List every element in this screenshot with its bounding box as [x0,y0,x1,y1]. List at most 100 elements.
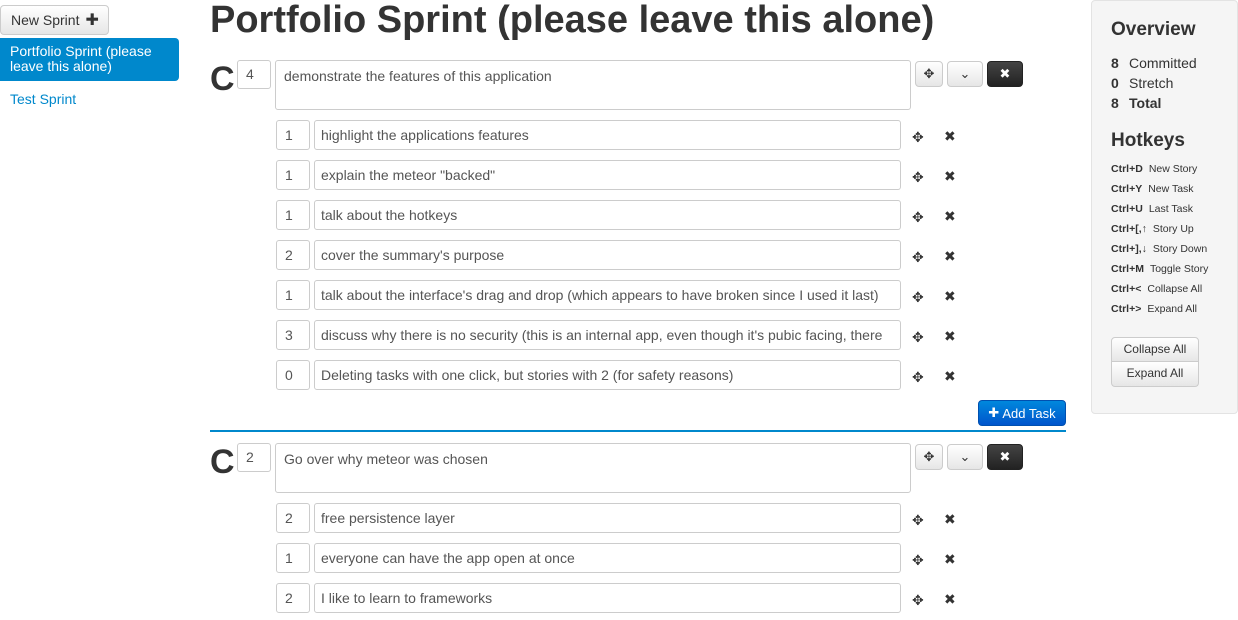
story-status: C [210,60,235,98]
hotkey-action: Collapse All [1147,283,1203,295]
task-description-input[interactable]: I like to learn to frameworks [314,583,901,613]
overview-panel: Overview 8 Committed 0 Stretch 8 Total Hotk… [1091,0,1238,414]
story-delete-button[interactable]: ✖ [987,444,1023,470]
hotkey-key: Ctrl+U [1111,203,1143,215]
remove-icon[interactable]: ✖ [944,168,956,185]
task-points-input[interactable]: 2 [276,240,310,270]
expand-all-button[interactable]: Expand All [1111,362,1199,387]
story-delete-button[interactable]: ✖ [987,61,1023,87]
move-icon[interactable]: ✥ [912,129,924,146]
story-points-input[interactable]: 4 [237,60,271,89]
stat-value: 0 [1111,75,1119,91]
move-icon[interactable]: ✥ [912,592,924,609]
hotkey-action: New Story [1148,163,1198,175]
task-row: 1 everyone can have the app open at once… [276,543,1036,573]
task-description-input[interactable]: Deleting tasks with one click, but stori… [314,360,901,390]
task-points-input[interactable]: 1 [276,200,310,230]
hotkey-row: Ctrl+[,↑ Story Up [1111,219,1218,239]
sidebar-item-test-sprint[interactable]: Test Sprint [10,91,76,107]
add-task-button[interactable]: ✚ Add Task [978,400,1066,426]
task-description-input[interactable]: highlight the applications features [314,120,901,150]
task-points-input[interactable]: 2 [276,503,310,533]
story-collapse-button[interactable]: ⌄ [947,61,983,87]
remove-icon: ✖ [999,449,1011,464]
hotkey-row: Ctrl+Y New Task [1111,179,1218,199]
task-description-input[interactable]: talk about the interface's drag and drop… [314,280,901,310]
hotkey-row: Ctrl+],↓ Story Down [1111,239,1218,259]
move-icon[interactable]: ✥ [912,329,924,346]
task-points-input[interactable]: 2 [276,583,310,613]
story-status: C [210,443,235,481]
task-row: 2 I like to learn to frameworks ✥ ✖ [276,583,1036,613]
stat-total: 8 Total [1111,93,1218,113]
chevron-down-icon: ⌄ [959,66,971,81]
hotkey-key: Ctrl+D [1111,163,1143,175]
remove-icon[interactable]: ✖ [944,288,956,305]
hotkey-row: Ctrl+> Expand All [1111,299,1218,319]
task-points-input[interactable]: 3 [276,320,310,350]
chevron-down-icon: ⌄ [959,449,971,464]
hotkey-action: Story Up [1152,223,1194,235]
stat-value: 8 [1111,55,1119,71]
hotkey-row: Ctrl+D New Story [1111,159,1218,179]
remove-icon[interactable]: ✖ [944,128,956,145]
task-description-input[interactable]: free persistence layer [314,503,901,533]
task-description-input[interactable]: discuss why there is no security (this i… [314,320,901,350]
task-points-input[interactable]: 1 [276,160,310,190]
story-description-input[interactable]: Go over why meteor was chosen [275,443,911,493]
new-sprint-button[interactable]: New Sprint ✚ [0,5,109,35]
hotkey-key: Ctrl+< [1111,283,1142,295]
stat-value: 8 [1111,95,1119,111]
move-icon[interactable]: ✥ [912,209,924,226]
remove-icon[interactable]: ✖ [944,328,956,345]
move-icon: ✥ [923,449,935,464]
add-task-label: Add Task [1002,405,1056,421]
story-description-input[interactable]: demonstrate the features of this applica… [275,60,911,110]
remove-icon[interactable]: ✖ [944,591,956,608]
hotkey-action: Toggle Story [1149,263,1209,275]
move-icon[interactable]: ✥ [912,512,924,529]
hotkey-action: Last Task [1148,203,1193,215]
hotkey-row: Ctrl+< Collapse All [1111,279,1218,299]
move-icon: ✥ [923,66,935,81]
task-row: 1 talk about the hotkeys ✥ ✖ [276,200,1036,230]
remove-icon[interactable]: ✖ [944,551,956,568]
story-divider [210,430,1066,432]
task-points-input[interactable]: 0 [276,360,310,390]
story-move-button[interactable]: ✥ [915,444,943,470]
move-icon[interactable]: ✥ [912,552,924,569]
plus-icon: ✚ [85,12,99,29]
task-description-input[interactable]: talk about the hotkeys [314,200,901,230]
remove-icon[interactable]: ✖ [944,368,956,385]
story-points-input[interactable]: 2 [237,443,271,472]
hotkey-action: Story Down [1152,243,1208,255]
move-icon[interactable]: ✥ [912,369,924,386]
story-move-button[interactable]: ✥ [915,61,943,87]
task-row: 2 free persistence layer ✥ ✖ [276,503,1036,533]
move-icon[interactable]: ✥ [912,249,924,266]
sidebar-item-portfolio-sprint[interactable]: Portfolio Sprint (please leave this alon… [0,38,179,81]
task-points-input[interactable]: 1 [276,543,310,573]
collapse-all-button[interactable]: Collapse All [1111,337,1199,362]
overview-heading: Overview [1111,19,1196,40]
remove-icon[interactable]: ✖ [944,208,956,225]
remove-icon[interactable]: ✖ [944,248,956,265]
task-description-input[interactable]: explain the meteor "backed" [314,160,901,190]
task-points-input[interactable]: 1 [276,280,310,310]
task-row: 1 highlight the applications features ✥ … [276,120,1036,150]
task-description-input[interactable]: everyone can have the app open at once [314,543,901,573]
task-row: 3 discuss why there is no security (this… [276,320,1036,350]
move-icon[interactable]: ✥ [912,289,924,306]
task-points-input[interactable]: 1 [276,120,310,150]
task-description-input[interactable]: cover the summary's purpose [314,240,901,270]
hotkeys-heading: Hotkeys [1111,130,1185,151]
move-icon[interactable]: ✥ [912,169,924,186]
stat-committed: 8 Committed [1111,53,1218,73]
plus-icon: ✚ [988,405,1000,420]
stat-label: Stretch [1129,75,1174,91]
hotkey-key: Ctrl+],↓ [1111,243,1147,255]
remove-icon[interactable]: ✖ [944,511,956,528]
story-collapse-button[interactable]: ⌄ [947,444,983,470]
page-title: Portfolio Sprint (please leave this alon… [210,0,935,41]
hotkey-key: Ctrl+M [1111,263,1144,275]
